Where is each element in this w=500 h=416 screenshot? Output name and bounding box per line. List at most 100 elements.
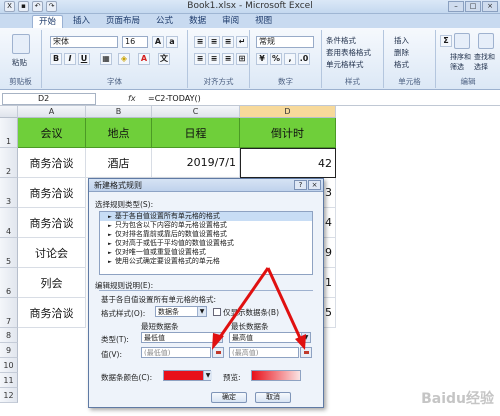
rule-type-item[interactable]: 仅对排名靠前或靠后的数值设置格式 (100, 230, 312, 239)
number-format-select[interactable]: 常规 (256, 36, 314, 48)
range-picker-icon[interactable] (212, 347, 224, 358)
percent-icon[interactable]: % (270, 53, 282, 65)
cell-d2[interactable]: 42 (240, 148, 336, 178)
align-top-icon[interactable]: ≡ (194, 36, 206, 48)
wrap-text-icon[interactable]: ↵ (236, 36, 248, 48)
tab-home[interactable]: 开始 (32, 15, 64, 28)
rule-type-item[interactable]: 仅对唯一值或重复值设置格式 (100, 248, 312, 257)
align-middle-icon[interactable]: ≡ (208, 36, 220, 48)
find-select-icon[interactable] (478, 33, 494, 49)
cell-a4[interactable]: 商务洽谈 (18, 208, 86, 238)
align-center-icon[interactable]: ≡ (208, 53, 220, 65)
cell-a3[interactable]: 商务洽谈 (18, 178, 86, 208)
header-cell-countdown[interactable]: 倒计时 (240, 118, 336, 148)
align-bottom-icon[interactable]: ≡ (222, 36, 234, 48)
tab-page-layout[interactable]: 页面布局 (100, 15, 146, 28)
font-size-select[interactable]: 16 (122, 36, 148, 48)
select-all-corner[interactable] (0, 106, 18, 118)
cell-c2[interactable]: 2019/7/1 (152, 148, 240, 178)
phonetic-icon[interactable]: 文 (158, 53, 170, 65)
name-box[interactable]: D2 (2, 93, 96, 105)
tab-view[interactable]: 视图 (249, 15, 278, 28)
column-header-d[interactable]: D (240, 106, 336, 118)
cell-a5[interactable]: 讨论会 (18, 238, 86, 268)
shrink-font-icon[interactable]: a (166, 36, 178, 48)
rule-type-list[interactable]: 基于各自值设置所有单元格的格式 只为包含以下内容的单元格设置格式 仅对排名靠前或… (99, 211, 313, 275)
sort-filter-icon[interactable] (454, 33, 470, 49)
font-name-select[interactable]: 宋体 (50, 36, 118, 48)
cancel-button[interactable]: 取消 (255, 392, 291, 403)
rule-type-item[interactable]: 仅对高于或低于平均值的数值设置格式 (100, 239, 312, 248)
align-left-icon[interactable]: ≡ (194, 53, 206, 65)
align-right-icon[interactable]: ≡ (222, 53, 234, 65)
bold-icon[interactable]: B (50, 53, 62, 65)
decimal-icon[interactable]: .0 (298, 53, 310, 65)
find-select-label[interactable]: 查找和 选择 (474, 52, 495, 72)
merge-icon[interactable]: ⊞ (236, 53, 248, 65)
header-cell-location[interactable]: 地点 (86, 118, 152, 148)
fx-icon[interactable]: fx (128, 94, 136, 103)
sum-icon[interactable]: Σ (440, 35, 452, 47)
font-color-icon[interactable]: A (138, 53, 150, 65)
row-header-2[interactable]: 2 (0, 148, 18, 178)
italic-icon[interactable]: I (64, 53, 76, 65)
chevron-down-icon[interactable]: ▼ (213, 333, 222, 342)
row-header-10[interactable]: 10 (0, 358, 18, 373)
close-icon[interactable]: × (482, 1, 498, 12)
tab-data[interactable]: 数据 (183, 15, 212, 28)
header-cell-schedule[interactable]: 日程 (152, 118, 240, 148)
max-value-input[interactable]: (最高值) (229, 347, 299, 358)
tab-review[interactable]: 审阅 (216, 15, 245, 28)
tab-insert[interactable]: 插入 (67, 15, 96, 28)
format-cells-button[interactable]: 格式 (394, 59, 409, 70)
row-header-8[interactable]: 8 (0, 328, 18, 343)
comma-icon[interactable]: , (284, 53, 296, 65)
cell-a2[interactable]: 商务洽谈 (18, 148, 86, 178)
grow-font-icon[interactable]: A (152, 36, 164, 48)
chevron-down-icon[interactable]: ▼ (301, 333, 310, 342)
conditional-format-button[interactable]: 条件格式 (326, 35, 356, 46)
row-header-5[interactable]: 5 (0, 238, 18, 268)
show-bar-only-checkbox[interactable] (213, 308, 221, 316)
maximize-icon[interactable]: □ (465, 1, 481, 12)
rule-type-item[interactable]: 只为包含以下内容的单元格设置格式 (100, 221, 312, 230)
insert-cells-button[interactable]: 插入 (394, 35, 409, 46)
max-type-select[interactable]: 最高值 (229, 332, 311, 343)
cell-a7[interactable]: 商务洽谈 (18, 298, 86, 328)
column-header-c[interactable]: C (152, 106, 240, 118)
row-header-11[interactable]: 11 (0, 373, 18, 388)
chevron-down-icon[interactable]: ▼ (197, 307, 206, 316)
header-cell-meeting[interactable]: 会议 (18, 118, 86, 148)
column-header-a[interactable]: A (18, 106, 86, 118)
row-header-7[interactable]: 7 (0, 298, 18, 328)
paste-icon[interactable] (12, 34, 30, 54)
dialog-close-icon[interactable]: × (308, 180, 321, 190)
row-header-6[interactable]: 6 (0, 268, 18, 298)
chevron-down-icon[interactable]: ▼ (203, 371, 212, 380)
help-icon[interactable]: ? (294, 180, 307, 190)
sort-filter-label[interactable]: 排序和 筛选 (450, 52, 471, 72)
row-header-1[interactable]: 1 (0, 118, 18, 148)
range-picker-icon[interactable] (300, 347, 312, 358)
border-icon[interactable]: ▦ (100, 53, 112, 65)
cell-styles-button[interactable]: 单元格样式 (326, 59, 364, 70)
formula-input[interactable]: =C2-TODAY() (148, 94, 201, 103)
min-type-select[interactable]: 最低值 (141, 332, 223, 343)
tab-formulas[interactable]: 公式 (150, 15, 179, 28)
row-header-3[interactable]: 3 (0, 178, 18, 208)
currency-icon[interactable]: ¥ (256, 53, 268, 65)
cell-a6[interactable]: 列会 (18, 268, 86, 298)
minimize-icon[interactable]: – (448, 1, 464, 12)
underline-icon[interactable]: U (78, 53, 90, 65)
rule-type-item[interactable]: 基于各自值设置所有单元格的格式 (100, 212, 312, 221)
row-header-4[interactable]: 4 (0, 208, 18, 238)
fill-color-icon[interactable]: ◈ (118, 53, 130, 65)
cell-b2[interactable]: 酒店 (86, 148, 152, 178)
delete-cells-button[interactable]: 删除 (394, 47, 409, 58)
row-header-12[interactable]: 12 (0, 388, 18, 403)
column-header-b[interactable]: B (86, 106, 152, 118)
ok-button[interactable]: 确定 (211, 392, 247, 403)
format-as-table-button[interactable]: 套用表格格式 (326, 47, 371, 58)
rule-type-item[interactable]: 使用公式确定要设置格式的单元格 (100, 257, 312, 266)
min-value-input[interactable]: (最低值) (141, 347, 211, 358)
